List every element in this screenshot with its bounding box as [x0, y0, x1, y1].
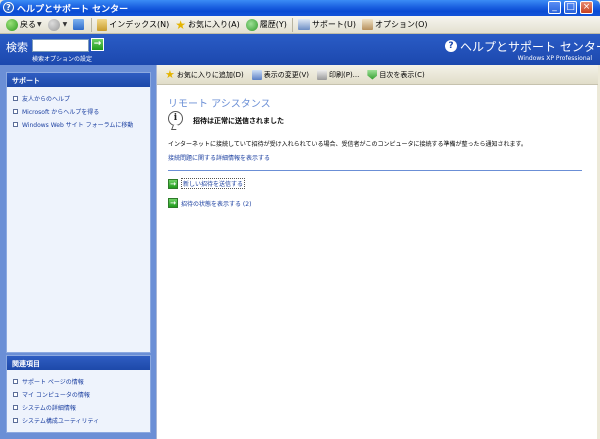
main-toolbar: 戻る ▼ ▼ インデックス(N) ★ お気に入り(A) 履歴(Y) サポート(U… [0, 16, 600, 34]
content-toolbar: ★ お気に入りに追加(D) 表示の変更(V) 印刷(P)... 目次を表示(C) [157, 65, 598, 85]
forward-button[interactable]: ▼ [45, 17, 71, 33]
view-icon [251, 69, 262, 80]
related-link-my-computer[interactable]: マイ コンピュータの情報 [13, 388, 144, 401]
book-icon [97, 18, 108, 31]
description-text: インターネットに接続していて招待が受け入れられている場合、受信者がこのコンピュー… [168, 141, 527, 148]
history-icon [245, 18, 258, 31]
toc-arrow-icon [367, 69, 378, 80]
show-toc-button[interactable]: 目次を表示(C) [363, 69, 428, 80]
support-link-friend[interactable]: 友人からのヘルプ [13, 92, 144, 105]
history-label: 履歴(Y) [259, 20, 287, 29]
view-invitation-status-link[interactable]: → 招待の状態を表示する (2) [168, 198, 251, 208]
bullet-icon [13, 96, 18, 101]
support-label: サポート(U) [311, 20, 356, 29]
related-link-support-info[interactable]: サポート ページの情報 [13, 375, 144, 388]
info-icon: i [168, 111, 183, 126]
green-arrow-icon: → [168, 178, 178, 189]
status-message: 招待は正常に送信されました [193, 117, 284, 125]
related-box: 関連項目 サポート ページの情報 マイ コンピュータの情報 システムの詳細情報 … [6, 355, 151, 433]
back-arrow-icon [6, 18, 18, 31]
support-box: サポート 友人からのヘルプ Microsoft からヘルプを得る Windows… [6, 72, 151, 353]
add-favorite-button[interactable]: ★ お気に入りに追加(D) [161, 67, 248, 81]
bullet-icon [13, 392, 18, 397]
minimize-button[interactable]: _ [548, 1, 561, 14]
index-label: インデックス(N) [109, 20, 170, 29]
support-list: 友人からのヘルプ Microsoft からヘルプを得る Windows Web … [7, 87, 150, 136]
header-bar: 検索 → 検索オプションの設定 ? ヘルプとサポート センター Windows … [0, 34, 600, 65]
forward-arrow-icon [47, 18, 60, 31]
help-circle-icon: ? [445, 40, 457, 52]
content-panel: ★ お気に入りに追加(D) 表示の変更(V) 印刷(P)... 目次を表示(C)… [156, 65, 598, 439]
search-input[interactable] [32, 39, 89, 52]
help-center-icon: ? [3, 2, 14, 13]
dropdown-arrow-icon[interactable]: ▼ [63, 21, 68, 28]
info-icon-tail [171, 125, 178, 130]
brand-title: ヘルプとサポート センター [460, 40, 600, 54]
window-title: ヘルプとサポート センター [17, 5, 129, 15]
related-box-title: 関連項目 [7, 356, 150, 370]
home-button[interactable] [70, 17, 89, 33]
close-button[interactable]: × [580, 1, 593, 14]
home-icon [73, 19, 85, 30]
history-button[interactable]: 履歴(Y) [243, 17, 290, 33]
options-icon [361, 19, 373, 30]
bullet-icon [13, 418, 18, 423]
print-button[interactable]: 印刷(P)... [313, 69, 363, 80]
detail-info-link[interactable]: 接続問題に関する詳細情報を表示する [168, 153, 270, 162]
star-icon: ★ [175, 17, 187, 32]
related-list: サポート ページの情報 マイ コンピュータの情報 システムの詳細情報 システム構… [7, 370, 150, 432]
send-new-invitation-label: 新しい招待を送信する [181, 178, 246, 189]
page-title: リモート アシスタンス [168, 99, 271, 110]
favorites-label: お気に入り(A) [188, 20, 240, 29]
add-favorite-label: お気に入りに追加(D) [176, 70, 244, 79]
options-label: オプション(O) [374, 20, 428, 29]
show-toc-label: 目次を表示(C) [379, 70, 425, 79]
back-button[interactable]: 戻る ▼ [3, 17, 45, 33]
bullet-icon [13, 405, 18, 410]
title-bar: ? ヘルプとサポート センター _ □ × [0, 0, 600, 16]
bullet-icon [13, 379, 18, 384]
section-divider [168, 170, 582, 171]
search-options-link[interactable]: 検索オプションの設定 [32, 54, 92, 63]
left-panel: サポート 友人からのヘルプ Microsoft からヘルプを得る Windows… [0, 65, 156, 439]
printer-icon [317, 69, 327, 80]
view-invitation-status-label: 招待の状態を表示する (2) [181, 200, 252, 208]
print-label: 印刷(P)... [329, 70, 360, 79]
support-box-title: サポート [7, 73, 150, 87]
index-button[interactable]: インデックス(N) [94, 17, 172, 33]
bullet-icon [13, 109, 18, 114]
support-button[interactable]: サポート(U) [295, 17, 359, 33]
search-go-button[interactable]: → [91, 38, 104, 51]
toolbar-separator [91, 17, 93, 32]
brand-subtitle: Windows XP Professional [517, 55, 592, 62]
support-link-microsoft[interactable]: Microsoft からヘルプを得る [13, 105, 144, 118]
toolbar-separator [291, 17, 293, 32]
support-icon [297, 19, 310, 30]
related-link-system-info[interactable]: システムの詳細情報 [13, 401, 144, 414]
bullet-icon [13, 122, 18, 127]
options-button[interactable]: オプション(O) [359, 17, 431, 33]
support-link-forum[interactable]: Windows Web サイト フォーラムに移動 [13, 118, 144, 131]
star-icon: ★ [165, 67, 175, 81]
change-view-label: 表示の変更(V) [263, 70, 309, 79]
change-view-button[interactable]: 表示の変更(V) [248, 69, 313, 80]
back-label: 戻る [20, 20, 36, 29]
send-new-invitation-link[interactable]: → 新しい招待を送信する [168, 178, 246, 189]
favorites-button[interactable]: ★ お気に入り(A) [172, 17, 242, 33]
green-arrow-icon: → [168, 198, 178, 208]
search-label: 検索 [6, 41, 28, 54]
related-link-msconfig[interactable]: システム構成ユーティリティ [13, 414, 144, 427]
maximize-button[interactable]: □ [564, 1, 577, 14]
dropdown-arrow-icon[interactable]: ▼ [37, 21, 42, 28]
